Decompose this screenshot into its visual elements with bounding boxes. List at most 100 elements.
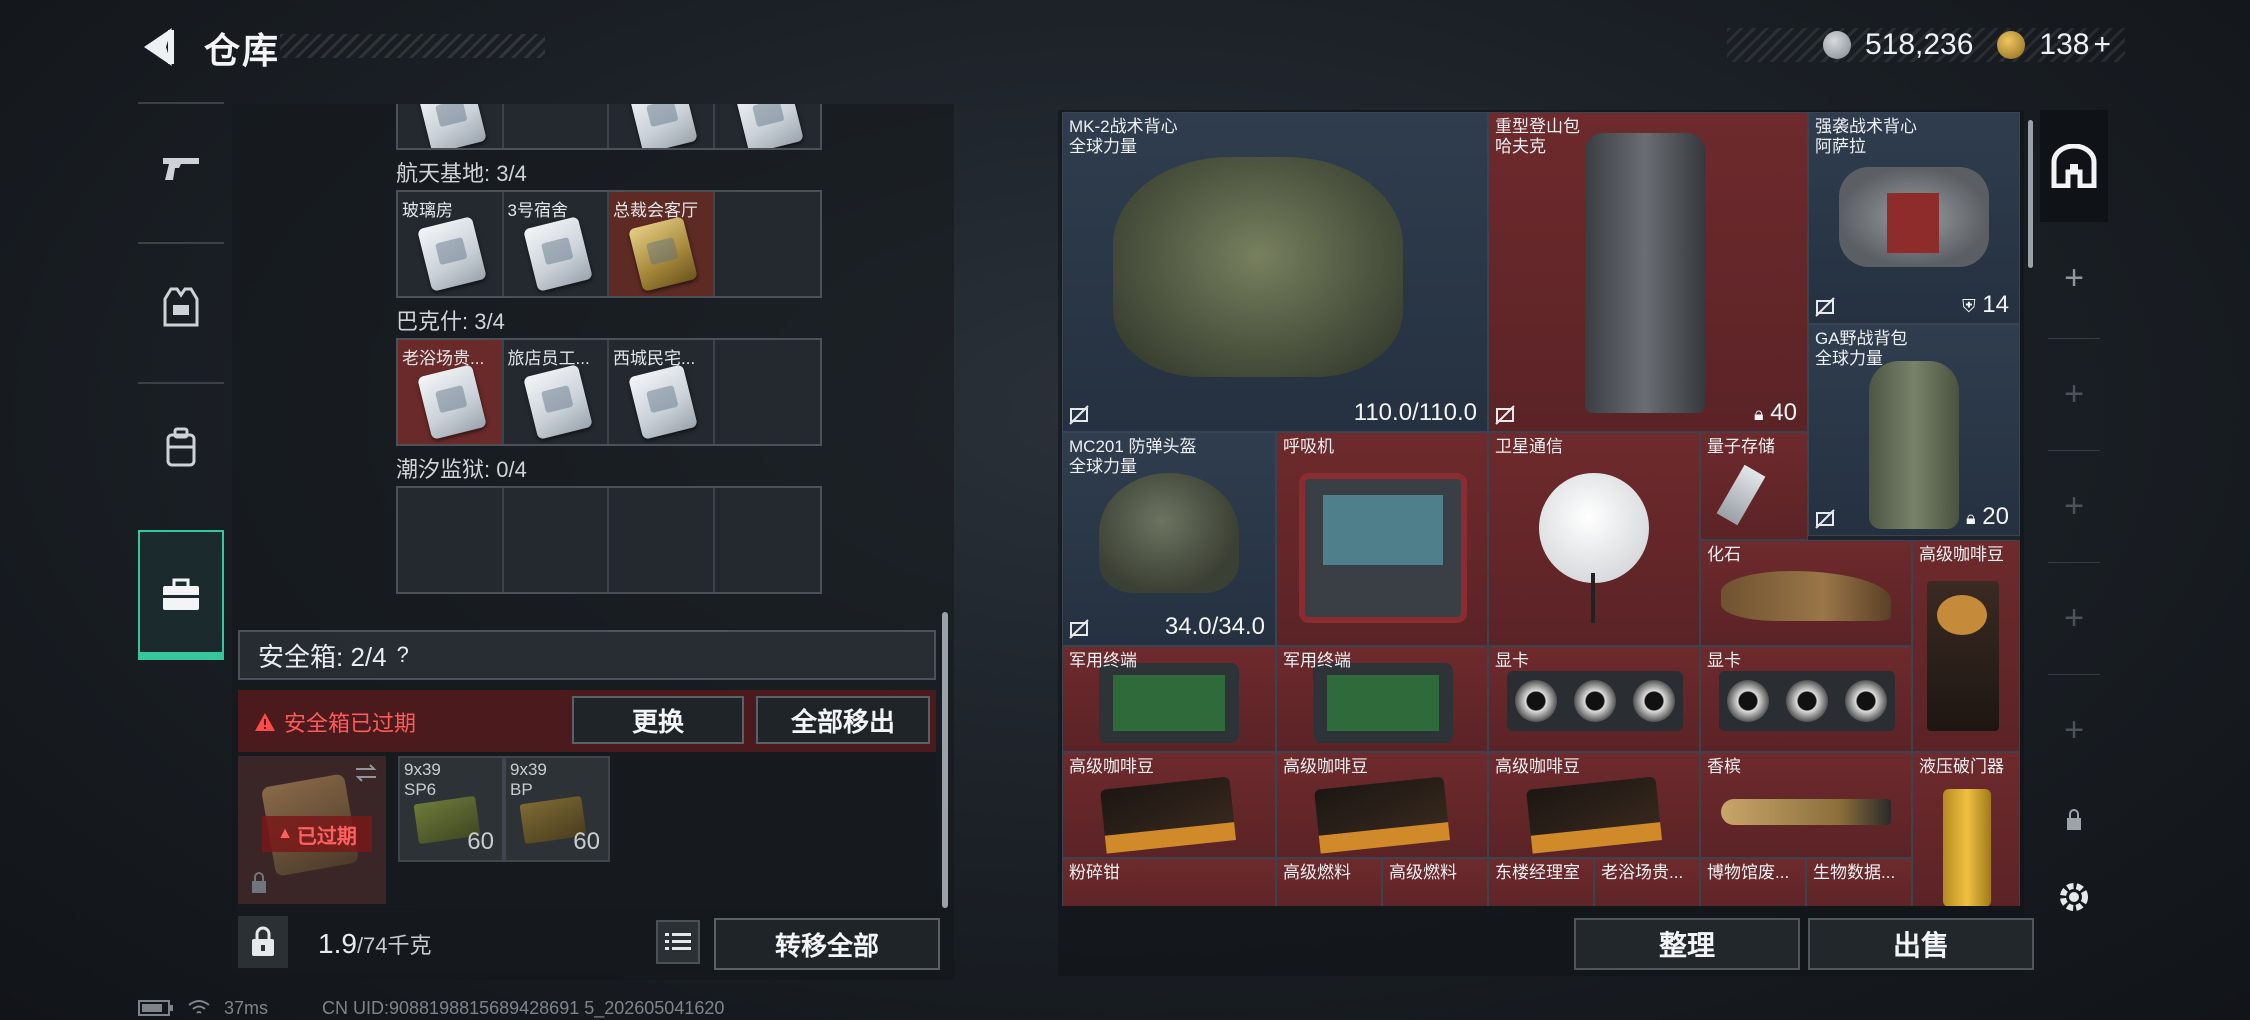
storage-tab-icon — [2051, 144, 2097, 188]
lock-tab-button[interactable] — [2040, 790, 2108, 850]
stash-item-fuel[interactable]: 高级燃料 — [1382, 858, 1488, 906]
no-insurance-icon — [1069, 619, 1089, 639]
stash-item-keycard[interactable]: 老浴场贵... — [1594, 858, 1700, 906]
category-equipment[interactable] — [138, 242, 224, 372]
status-bar: 37ms CN UID:9088198815689428691 5_202605… — [138, 996, 724, 1020]
stash-item-military-terminal[interactable]: 军用终端 — [1276, 646, 1488, 752]
coffee-bag-image — [1927, 581, 1999, 731]
stash-item-coffee-beans[interactable]: 高级咖啡豆 — [1276, 752, 1488, 858]
back-button[interactable] — [138, 24, 178, 70]
keycard-grid-tidal-prison — [396, 486, 822, 594]
lock-button[interactable] — [238, 916, 288, 968]
lock-icon: 🔒︎ — [1966, 508, 1976, 528]
stash-item-keycard[interactable]: 东楼经理室 — [1488, 858, 1594, 906]
ammo-item[interactable]: 9x39 BP 60 — [504, 756, 610, 862]
swap-icon[interactable] — [354, 764, 378, 782]
settings-button[interactable] — [2040, 862, 2108, 932]
vest-image — [1113, 157, 1403, 377]
gear-icon — [2060, 883, 2088, 911]
keycard-cell-empty[interactable] — [715, 488, 821, 592]
help-icon[interactable]: ? — [397, 642, 409, 668]
stash-item-mk2-vest[interactable]: MK-2战术背心 全球力量 110.0/110.0 — [1062, 112, 1488, 432]
satellite-dish-image — [1539, 473, 1649, 583]
sell-button[interactable]: 出售 — [1808, 918, 2034, 970]
keycard-cell[interactable]: 玻璃房 — [398, 192, 504, 296]
keycard-cell[interactable] — [504, 104, 609, 148]
category-weapons[interactable] — [138, 102, 224, 232]
stash-item-champagne[interactable]: 香槟 — [1700, 752, 1912, 858]
left-scrollbar[interactable] — [942, 612, 948, 908]
add-storage-tab-button[interactable]: + — [2040, 674, 2108, 786]
tidy-button[interactable]: 整理 — [1574, 918, 1800, 970]
keycard-cell-empty[interactable] — [715, 192, 821, 296]
stash-item-helmet[interactable]: MC201 防弹头盔 全球力量 34.0/34.0 — [1062, 432, 1276, 646]
keycard-cell[interactable]: 总裁会客厅 — [609, 192, 715, 296]
wifi-icon — [188, 1000, 210, 1014]
helmet-image — [1099, 473, 1239, 593]
keycard-cell[interactable]: 西城民宅... — [609, 340, 715, 444]
move-all-out-button[interactable]: 全部移出 — [756, 696, 930, 744]
stash-item-graphics-card[interactable]: 显卡 — [1488, 646, 1700, 752]
stash-item-crusher-pliers[interactable]: 粉碎钳 — [1062, 858, 1276, 906]
stash-item-keycard[interactable]: 生物数据... — [1806, 858, 1912, 906]
stash-item-fossil[interactable]: 化石 — [1700, 540, 1912, 646]
category-backpack[interactable] — [138, 382, 224, 512]
bottle-image — [1721, 799, 1891, 825]
keycard-grid-aerospace: 玻璃房 3号宿舍 总裁会客厅 — [396, 190, 822, 298]
transfer-all-button[interactable]: 转移全部 — [714, 918, 940, 970]
stash-item-coffee-beans[interactable]: 高级咖啡豆 — [1488, 752, 1700, 858]
stash-item-satellite[interactable]: 卫星通信 — [1488, 432, 1700, 646]
token-icon — [1997, 31, 2026, 59]
stash-item-ga-backpack[interactable]: GA野战背包 全球力量 🔒︎ 20 — [1808, 324, 2020, 536]
keycard-cell-empty[interactable] — [715, 340, 821, 444]
storage-tab-main[interactable] — [2040, 110, 2108, 222]
category-rail — [138, 102, 224, 672]
keycard-cell-empty[interactable] — [609, 488, 715, 592]
storage-tab-rail: + + + + + — [2040, 110, 2108, 940]
stash-item-assault-vest[interactable]: 强袭战术背心 阿萨拉 ⛨ 14 — [1808, 112, 2020, 324]
stash-grid: MK-2战术背心 全球力量 110.0/110.0 重型登山包 哈夫克 🔒︎ 4… — [1062, 112, 2020, 906]
lock-icon: 🔒︎ — [1754, 404, 1764, 424]
durability: 34.0/34.0 — [1164, 613, 1265, 640]
keycard-cell[interactable]: 3号宿舍 — [504, 192, 609, 296]
stash-item-coffee-beans[interactable]: 高级咖啡豆 — [1912, 540, 2020, 752]
list-view-button[interactable] — [656, 920, 700, 964]
stash-item-graphics-card[interactable]: 显卡 — [1700, 646, 1912, 752]
add-storage-tab-button[interactable]: + — [2040, 338, 2108, 450]
add-storage-tab-button[interactable]: + — [2040, 450, 2108, 562]
stash-item-quantum-storage[interactable]: 量子存储 — [1700, 432, 1808, 540]
safebox-container[interactable]: ▲ 已过期 — [238, 756, 386, 904]
add-token-button[interactable]: + — [2093, 28, 2111, 62]
replace-button[interactable]: 更换 — [572, 696, 744, 744]
back-arrow-icon — [144, 28, 174, 66]
no-insurance-icon — [1815, 509, 1835, 529]
stash-item-keycard[interactable]: 博物馆废... — [1700, 858, 1806, 906]
stash-item-hydraulic-breacher[interactable]: 液压破门器 — [1912, 752, 2020, 906]
keycard-cell[interactable] — [715, 104, 821, 148]
stash-item-heavy-backpack[interactable]: 重型登山包 哈夫克 🔒︎ 40 — [1488, 112, 1808, 432]
safebox-header: 安全箱: 2/4 ? — [238, 630, 936, 680]
keycard-cell[interactable] — [609, 104, 715, 148]
page-title: 仓库 — [204, 30, 281, 71]
keycard-cell-empty[interactable] — [504, 488, 609, 592]
map-label-aerospace: 航天基地: 3/4 — [396, 161, 527, 186]
carry-weight: 1.9/74千克 — [318, 928, 432, 959]
keycard-cell[interactable]: 老浴场贵... — [398, 340, 504, 444]
fossil-image — [1721, 571, 1891, 621]
ammo-name: 9x39 BP — [510, 760, 547, 799]
add-storage-tab-button[interactable]: + — [2040, 562, 2108, 674]
stash-item-fuel[interactable]: 高级燃料 — [1276, 858, 1382, 906]
stash-item-ventilator[interactable]: 呼吸机 — [1276, 432, 1488, 646]
stash-item-military-terminal[interactable]: 军用终端 — [1062, 646, 1276, 752]
ammo-item[interactable]: 9x39 SP6 60 — [398, 756, 504, 862]
stash-scrollbar[interactable] — [2028, 120, 2033, 268]
keycard-cell-empty[interactable] — [398, 488, 504, 592]
warning-icon — [255, 713, 275, 731]
keycard-cell[interactable]: 旅店员工... — [504, 340, 609, 444]
category-keycards[interactable] — [138, 530, 224, 660]
add-storage-tab-button[interactable]: + — [2040, 222, 2108, 334]
stash-item-coffee-beans[interactable]: 高级咖啡豆 — [1062, 752, 1276, 858]
token-amount: 138 — [2039, 28, 2090, 61]
no-insurance-icon — [1815, 297, 1835, 317]
keycard-cell[interactable] — [398, 104, 504, 148]
